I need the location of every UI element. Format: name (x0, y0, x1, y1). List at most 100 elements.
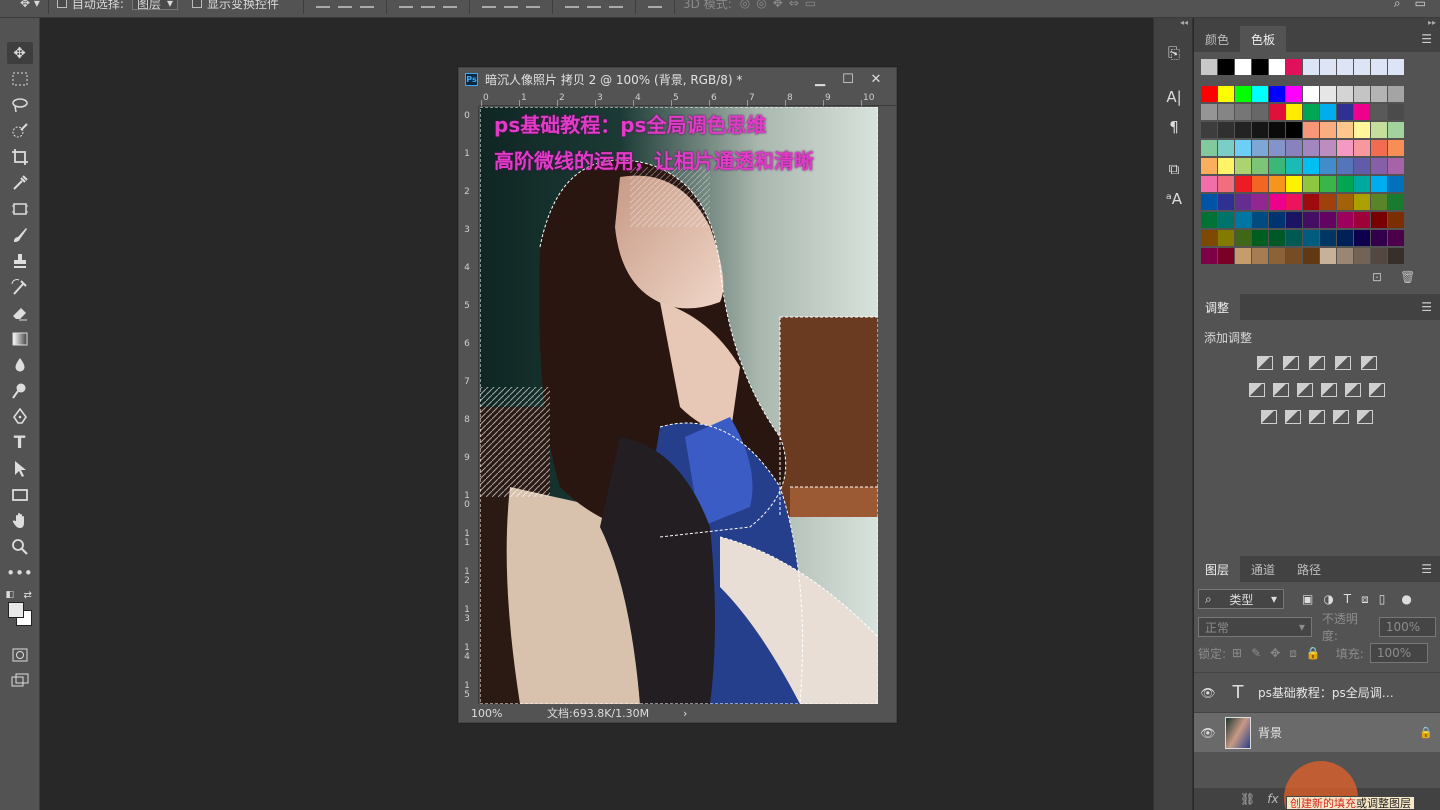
minimize-button[interactable]: ▁ (806, 72, 834, 87)
color-swatch[interactable] (1303, 230, 1319, 246)
history-brush-tool-icon[interactable] (7, 276, 33, 298)
photo-canvas[interactable]: ps基础教程：ps全局调色思维 高阶微线的运用，让相片通透和清晰 (480, 107, 878, 704)
color-swatch[interactable] (1371, 248, 1387, 264)
eraser-tool-icon[interactable] (7, 302, 33, 324)
blur-tool-icon[interactable] (7, 354, 33, 376)
color-swatch[interactable] (1371, 194, 1387, 210)
tab-paths[interactable]: 路径 (1286, 556, 1332, 582)
color-swatch[interactable] (1388, 59, 1404, 75)
black-white-icon[interactable] (1297, 383, 1313, 397)
color-swatch[interactable] (1235, 212, 1251, 228)
align-right-icon[interactable] (360, 0, 375, 8)
eye-icon[interactable]: 👁 (1194, 726, 1222, 740)
dodge-tool-icon[interactable] (7, 380, 33, 402)
color-swatch[interactable] (1337, 59, 1353, 75)
brush-tool-icon[interactable] (7, 224, 33, 246)
color-swatch[interactable] (1303, 104, 1319, 120)
color-swatch[interactable] (1269, 140, 1285, 156)
type-tool-icon[interactable]: T (7, 432, 33, 454)
color-swatch[interactable] (1252, 122, 1268, 138)
color-swatch[interactable] (1201, 158, 1217, 174)
color-swatch[interactable] (1252, 248, 1268, 264)
more-tools-icon[interactable]: ••• (6, 562, 33, 584)
color-swatch[interactable] (1320, 230, 1336, 246)
color-swatch[interactable] (1218, 140, 1234, 156)
delete-swatch-icon[interactable]: 🗑 (1400, 270, 1415, 284)
tab-layers[interactable]: 图层 (1194, 556, 1241, 582)
collapse-arrows-icon[interactable]: ▸▸ (1194, 18, 1440, 27)
color-swatch[interactable] (1269, 176, 1285, 192)
panel-menu-icon[interactable]: ☰ (1421, 300, 1432, 314)
color-swatch[interactable] (1303, 212, 1319, 228)
color-swatch[interactable] (1201, 59, 1217, 75)
color-swatch[interactable] (1371, 104, 1387, 120)
align-bottom-icon[interactable] (443, 0, 458, 8)
color-swatch[interactable] (1252, 158, 1268, 174)
fill-input[interactable]: 100% (1369, 643, 1428, 663)
swap-colors-icon[interactable]: ⇄ (24, 590, 32, 601)
color-swatch[interactable] (1235, 194, 1251, 210)
color-swatch[interactable] (1201, 122, 1217, 138)
color-swatch[interactable] (1286, 59, 1302, 75)
color-swatch[interactable] (1201, 176, 1217, 192)
color-swatch[interactable] (1269, 59, 1285, 75)
default-colors-icon[interactable]: ◧ (6, 590, 15, 600)
color-swatch[interactable] (1320, 212, 1336, 228)
collapse-arrows-icon[interactable]: ◂◂ (1154, 18, 1192, 27)
eyedropper-tool-icon[interactable] (7, 172, 33, 194)
color-swatch[interactable] (1354, 86, 1370, 102)
curves-icon[interactable] (1309, 356, 1325, 370)
tab-adjustments[interactable]: 调整 (1194, 294, 1241, 320)
color-swatch[interactable] (1252, 176, 1268, 192)
color-swatch[interactable] (1218, 194, 1234, 210)
gradient-map-icon[interactable] (1357, 410, 1373, 424)
color-swatch[interactable] (1201, 212, 1217, 228)
color-swatch[interactable] (1303, 248, 1319, 264)
color-swatch[interactable] (1371, 176, 1387, 192)
show-transform-checkbox[interactable]: 显示变换控件 (192, 0, 279, 11)
crop-tool-icon[interactable] (7, 146, 33, 168)
color-swatch[interactable] (1286, 140, 1302, 156)
color-swatch[interactable] (1354, 59, 1370, 75)
color-swatch[interactable] (1320, 86, 1336, 102)
color-swatch[interactable] (1337, 158, 1353, 174)
color-swatch[interactable] (1286, 212, 1302, 228)
color-swatch[interactable] (1218, 230, 1234, 246)
exposure-icon[interactable] (1335, 356, 1351, 370)
color-swatch[interactable] (1252, 86, 1268, 102)
color-swatch[interactable] (1371, 158, 1387, 174)
color-swatch[interactable] (1218, 158, 1234, 174)
channel-mixer-icon[interactable] (1345, 383, 1361, 397)
color-swatch[interactable] (1320, 176, 1336, 192)
auto-align-icon[interactable] (648, 0, 663, 8)
color-swatch[interactable] (1337, 86, 1353, 102)
rectangle-tool-icon[interactable] (7, 484, 33, 506)
tab-channels[interactable]: 通道 (1240, 556, 1286, 582)
color-swatch[interactable] (1269, 212, 1285, 228)
move-tool-icon[interactable]: ✥ (6, 42, 33, 64)
brightness-contrast-icon[interactable] (1257, 356, 1273, 370)
glyphs-panel-icon[interactable]: ᵃA (1154, 186, 1194, 212)
stamp-tool-icon[interactable] (7, 250, 33, 272)
toolbar-grip[interactable] (0, 18, 39, 40)
color-swatch[interactable] (1303, 86, 1319, 102)
color-swatch[interactable] (1235, 176, 1251, 192)
workspace-icon[interactable]: ▭ (1415, 0, 1426, 10)
distribute-middle-icon[interactable] (504, 0, 519, 8)
document-titlebar[interactable]: Ps 暗沉人像照片 拷贝 2 @ 100% (背景, RGB/8) * ▁ ☐ … (459, 68, 896, 90)
color-swatch[interactable] (1371, 212, 1387, 228)
color-swatch[interactable] (1388, 104, 1404, 120)
color-swatch[interactable] (1354, 212, 1370, 228)
color-swatch[interactable] (1252, 104, 1268, 120)
tab-color[interactable]: 颜色 (1194, 26, 1240, 52)
color-swatch[interactable] (1269, 86, 1285, 102)
color-swatch[interactable] (1269, 158, 1285, 174)
align-center-icon[interactable] (338, 0, 353, 8)
color-swatch[interactable] (1303, 176, 1319, 192)
color-balance-icon[interactable] (1273, 383, 1289, 397)
color-swatch[interactable] (1320, 104, 1336, 120)
color-swatch[interactable] (1337, 140, 1353, 156)
color-swatch[interactable] (1235, 122, 1251, 138)
photo-filter-icon[interactable] (1321, 383, 1337, 397)
color-swatch[interactable] (1354, 122, 1370, 138)
